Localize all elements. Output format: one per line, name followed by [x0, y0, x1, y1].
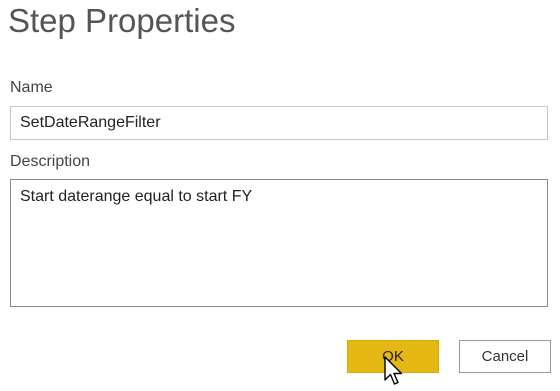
name-label: Name [10, 79, 53, 96]
cancel-button-label: Cancel [481, 348, 529, 365]
name-field[interactable]: SetDateRangeFilter [10, 106, 548, 140]
description-field[interactable]: Start daterange equal to start FY [10, 179, 548, 307]
description-label: Description [10, 153, 91, 170]
mouse-pointer-icon [384, 356, 403, 385]
dialog-title: Step Properties [8, 2, 236, 39]
step-properties-dialog: Step Properties Name SetDateRangeFilter … [0, 0, 560, 391]
cancel-button[interactable]: Cancel [459, 340, 551, 373]
